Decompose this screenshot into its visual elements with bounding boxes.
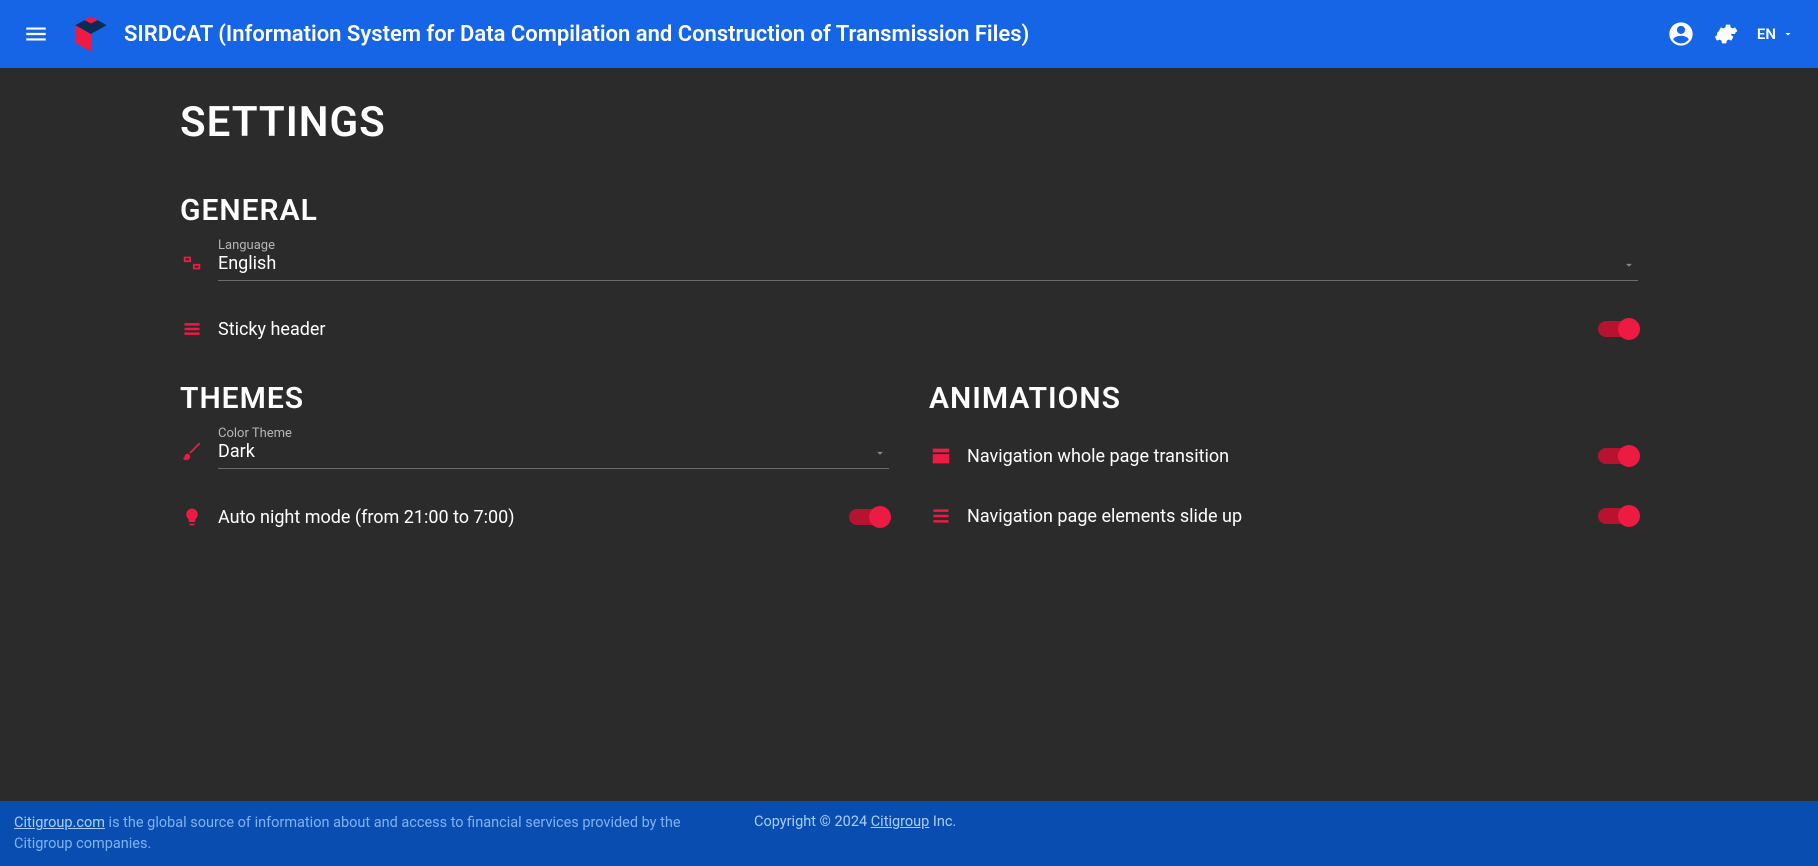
chevron-down-icon: [873, 446, 887, 460]
app-title: SIRDCAT (Information System for Data Com…: [124, 22, 1029, 47]
auto-night-toggle[interactable]: [849, 509, 889, 525]
language-select[interactable]: Language English: [218, 236, 1638, 281]
footer-desc-text: is the global source of information abou…: [14, 814, 681, 851]
section-title-animations: ANIMATIONS: [929, 381, 1638, 416]
footer-copyright: Copyright © 2024 Citigroup Inc.: [754, 813, 956, 830]
sticky-header-toggle[interactable]: [1598, 321, 1638, 337]
app-header: SIRDCAT (Information System for Data Com…: [0, 0, 1818, 68]
account-button[interactable]: [1659, 12, 1703, 56]
nav-slide-up-label: Navigation page elements slide up: [967, 506, 1584, 527]
section-title-themes: THEMES: [180, 381, 889, 416]
gear-icon: [1712, 21, 1738, 47]
translate-icon: [180, 251, 204, 275]
language-button[interactable]: EN: [1747, 19, 1804, 49]
bulb-icon: [180, 505, 204, 529]
brush-icon: [180, 439, 204, 463]
nav-page-transition-toggle[interactable]: [1598, 448, 1638, 464]
cube-logo-icon: [70, 13, 112, 55]
main-content: SETTINGS GENERAL Language English Sticky…: [0, 68, 1818, 801]
color-theme-select-label: Color Theme: [218, 426, 889, 441]
copyright-suffix: Inc.: [929, 813, 956, 830]
settings-button[interactable]: [1703, 12, 1747, 56]
menu-button[interactable]: [14, 12, 58, 56]
footer-link-copyright[interactable]: Citigroup: [871, 813, 930, 830]
window-icon: [929, 444, 953, 468]
auto-night-label: Auto night mode (from 21:00 to 7:00): [218, 507, 835, 528]
stack-icon: [929, 504, 953, 528]
language-select-value: English: [218, 253, 1638, 274]
footer: Citigroup.com is the global source of in…: [0, 801, 1818, 866]
nav-slide-up-toggle[interactable]: [1598, 508, 1638, 524]
chevron-down-icon: [1782, 28, 1794, 40]
app-logo: [68, 11, 114, 57]
account-icon: [1667, 20, 1695, 48]
footer-link-citigroup[interactable]: Citigroup.com: [14, 814, 105, 831]
copyright-prefix: Copyright © 2024: [754, 813, 871, 830]
language-select-label: Language: [218, 238, 1638, 253]
color-theme-select-value: Dark: [218, 441, 889, 462]
language-button-label: EN: [1757, 25, 1776, 43]
page-title: SETTINGS: [180, 98, 1638, 147]
list-icon: [180, 317, 204, 341]
color-theme-select[interactable]: Color Theme Dark: [218, 424, 889, 469]
nav-page-transition-label: Navigation whole page transition: [967, 446, 1584, 467]
menu-icon: [23, 21, 49, 47]
footer-description: Citigroup.com is the global source of in…: [14, 813, 734, 854]
chevron-down-icon: [1622, 258, 1636, 272]
sticky-header-label: Sticky header: [218, 319, 1584, 340]
section-title-general: GENERAL: [180, 193, 1638, 228]
